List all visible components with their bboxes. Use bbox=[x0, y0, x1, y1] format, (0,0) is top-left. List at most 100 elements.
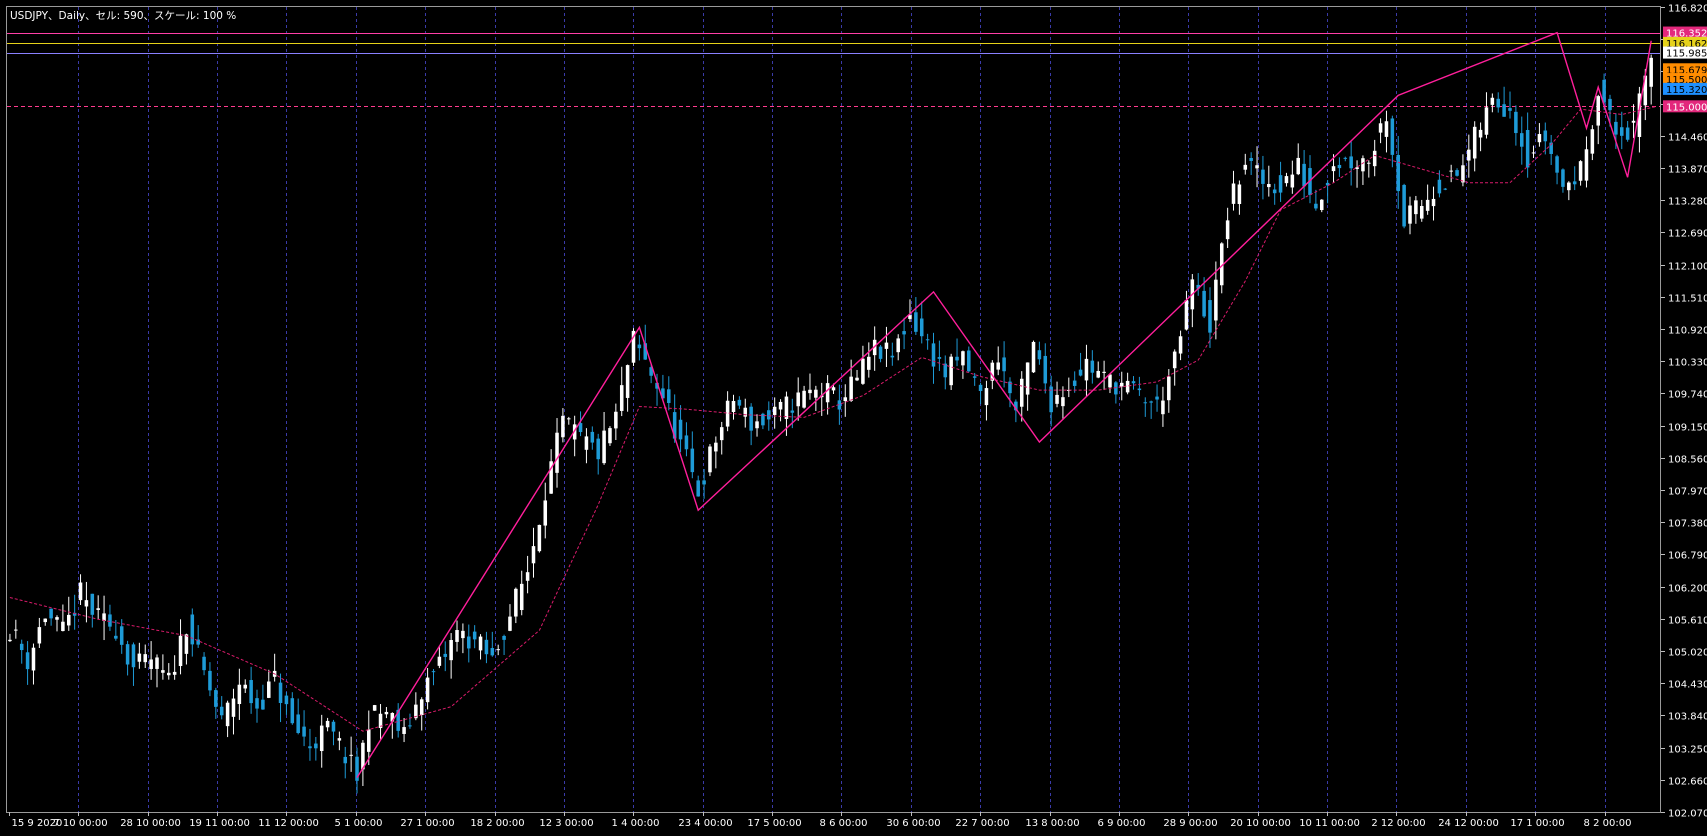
candle-body bbox=[1496, 98, 1500, 108]
candle-body bbox=[96, 608, 100, 610]
candle-body bbox=[1343, 157, 1348, 159]
x-tick-label: 10 11 00:00 bbox=[1299, 818, 1360, 829]
candle-body bbox=[214, 690, 218, 707]
candle-body bbox=[1408, 205, 1412, 224]
candle-body bbox=[1167, 376, 1171, 401]
candle-body bbox=[1061, 397, 1065, 407]
candle-body bbox=[184, 634, 189, 654]
candle-body bbox=[302, 726, 306, 737]
candle-body bbox=[961, 351, 965, 366]
x-tick-label: 12 3 00:00 bbox=[539, 818, 593, 829]
candle-body bbox=[278, 682, 283, 703]
candle-body bbox=[1161, 400, 1165, 415]
candle-body bbox=[1402, 184, 1406, 227]
candle-body bbox=[1414, 200, 1418, 215]
x-tick-label: 22 7 00:00 bbox=[955, 818, 1009, 829]
candle-body bbox=[419, 699, 424, 715]
candle-body bbox=[249, 680, 253, 704]
y-tick-label: 112.100 bbox=[1668, 262, 1707, 273]
candle-body bbox=[1567, 182, 1571, 191]
candle-body bbox=[878, 346, 883, 359]
candle-body bbox=[1590, 129, 1595, 154]
candle-body bbox=[972, 376, 977, 378]
x-tick-label: 20 10 00:00 bbox=[1230, 818, 1291, 829]
candle-body bbox=[1361, 158, 1365, 172]
x-tick-label: 13 8 00:00 bbox=[1025, 818, 1079, 829]
y-tick-label: 106.790 bbox=[1668, 551, 1707, 562]
candle-body bbox=[408, 725, 412, 727]
candle-body bbox=[1202, 290, 1206, 317]
candle-body bbox=[1619, 127, 1624, 136]
candle-body bbox=[237, 684, 242, 705]
candle-body bbox=[1172, 351, 1177, 369]
candle-body bbox=[202, 656, 206, 671]
candle-body bbox=[78, 582, 83, 601]
x-tick-label: 6 9 00:00 bbox=[1098, 818, 1146, 829]
candle-body bbox=[349, 754, 353, 756]
candle-body bbox=[1102, 371, 1106, 373]
chart-window[interactable]: 116.820116.230115.640115.050114.460113.8… bbox=[0, 0, 1707, 836]
x-tick-label: 27 1 00:00 bbox=[400, 818, 454, 829]
candle-body bbox=[1255, 165, 1259, 169]
candle-body bbox=[231, 698, 236, 717]
candle-body bbox=[1019, 378, 1024, 407]
candle-body bbox=[1072, 380, 1077, 386]
candle-body bbox=[1372, 150, 1377, 167]
candle-body bbox=[261, 699, 265, 710]
candle-body bbox=[614, 411, 618, 429]
x-tick-label: 18 2 00:00 bbox=[470, 818, 524, 829]
candle-body bbox=[1519, 133, 1524, 147]
price-axis[interactable]: 116.820116.230115.640115.050114.460113.8… bbox=[1661, 4, 1707, 820]
candle-body bbox=[55, 617, 59, 620]
x-tick-label: 8 6 00:00 bbox=[820, 818, 868, 829]
candle-body bbox=[967, 350, 971, 372]
candle-body bbox=[1119, 382, 1124, 387]
candle-body bbox=[1608, 98, 1612, 111]
candle-body bbox=[208, 670, 212, 691]
y-tick-label: 111.510 bbox=[1668, 294, 1707, 305]
candle-body bbox=[343, 756, 348, 764]
candle-body bbox=[319, 725, 324, 752]
candle-body bbox=[625, 365, 630, 398]
x-tick-label: 17 5 00:00 bbox=[747, 818, 801, 829]
candle-body bbox=[1149, 401, 1153, 403]
candle-body bbox=[1455, 170, 1459, 176]
candle-body bbox=[708, 446, 712, 473]
candle-body bbox=[1449, 170, 1453, 172]
candlestick-chart[interactable]: 116.820116.230115.640115.050114.460113.8… bbox=[0, 0, 1707, 836]
candle-body bbox=[843, 397, 848, 402]
x-tick-label: 28 10 00:00 bbox=[120, 818, 181, 829]
candle-body bbox=[925, 339, 930, 341]
candle-body bbox=[1002, 357, 1006, 372]
candle-body bbox=[531, 546, 536, 564]
candle-body bbox=[472, 631, 477, 640]
candle-body bbox=[525, 572, 530, 581]
y-tick-label: 110.920 bbox=[1668, 326, 1707, 337]
candle-body bbox=[1572, 181, 1577, 185]
x-tick-label: 24 12 00:00 bbox=[1438, 818, 1499, 829]
candle-body bbox=[667, 389, 671, 404]
candle-body bbox=[325, 720, 330, 728]
candle-body bbox=[743, 407, 748, 417]
candle-body bbox=[902, 331, 906, 335]
candle-body bbox=[490, 648, 495, 656]
time-axis[interactable]: 15 9 20207 10 00:00 28 10 00:00 19 11 00:0… bbox=[9, 812, 1632, 829]
candle-body bbox=[367, 729, 371, 752]
candle-body bbox=[637, 344, 642, 349]
candle-body bbox=[1478, 129, 1483, 138]
candle-body bbox=[790, 410, 795, 413]
candle-body bbox=[590, 431, 595, 443]
candle-body bbox=[1431, 198, 1436, 207]
candle-body bbox=[567, 418, 571, 420]
candle-body bbox=[155, 657, 159, 669]
candle-body bbox=[719, 427, 724, 441]
candle-body bbox=[1261, 169, 1265, 184]
candle-body bbox=[814, 389, 818, 398]
y-tick-label: 104.430 bbox=[1668, 680, 1707, 691]
candle-body bbox=[1143, 402, 1148, 404]
candle-body bbox=[137, 653, 142, 662]
candle-body bbox=[1337, 164, 1342, 169]
candles-layer bbox=[8, 54, 1653, 794]
candle-body bbox=[1055, 394, 1059, 404]
candle-body bbox=[431, 671, 436, 673]
